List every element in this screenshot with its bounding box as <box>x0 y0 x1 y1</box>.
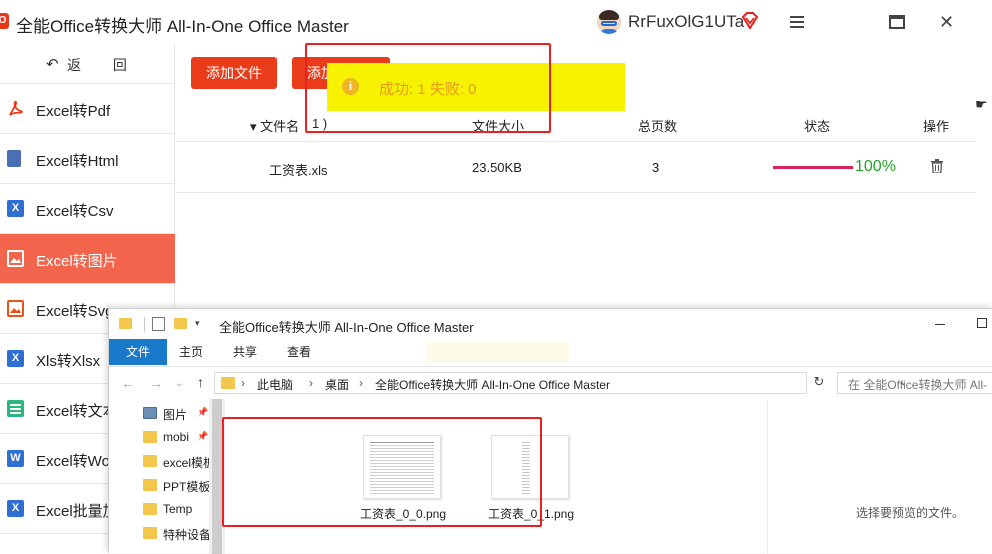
progress-bar <box>773 166 853 169</box>
explorer-title: 全能Office转换大师 All-In-One Office Master <box>219 320 474 335</box>
app-title: 全能Office转换大师 All-In-One Office Master <box>16 17 349 36</box>
folder-icon <box>143 455 157 467</box>
sidebar-item-label: Excel批量加 <box>36 503 118 520</box>
nav-item-label: 图片 <box>163 408 188 422</box>
new-folder-icon[interactable] <box>174 318 187 329</box>
back-button[interactable]: ↶ 返 回 <box>0 44 175 84</box>
toolbar-separator <box>144 317 145 332</box>
search-placeholder: 在 全能Office转换大师 All- <box>848 378 988 392</box>
row-file-name: 工资表.xls <box>269 163 328 178</box>
xlsx-icon: X <box>7 350 24 367</box>
sidebar-item[interactable]: Excel转图片 <box>0 234 175 284</box>
tab-file[interactable]: 文件 <box>109 339 167 365</box>
nav-item-label: 特种设备 <box>163 528 212 542</box>
image-icon <box>7 250 24 267</box>
tab-share[interactable]: 共享 <box>225 339 265 365</box>
folder-icon <box>119 318 132 329</box>
trash-icon[interactable] <box>931 159 943 173</box>
nav-item-label: Temp <box>163 502 193 516</box>
sidebar-item-label: Excel转Html <box>36 153 119 170</box>
back-label: 返 回 <box>67 57 141 73</box>
sidebar-item[interactable]: X Excel转Csv <box>0 184 175 234</box>
app-window: O 全能Office转换大师 All-In-One Office Master … <box>0 0 992 554</box>
address-row: ← → ⌄ ↑ › 此电脑 › 桌面 › 全能Office转换大师 All-In… <box>109 367 992 399</box>
folder-icon <box>221 377 235 389</box>
folder-icon <box>143 527 157 539</box>
sidebar-item-label: Excel转Wo <box>36 453 110 470</box>
sidebar-item-label: Xls转Xlsx <box>36 353 101 370</box>
nav-item-label: mobi <box>163 430 190 444</box>
sidebar-item-label: Excel转Csv <box>36 203 114 220</box>
csv-icon: X <box>7 200 24 217</box>
word-icon: W <box>7 450 24 467</box>
back-arrow-icon[interactable]: ← <box>121 375 135 391</box>
highlight-box-toast <box>305 43 551 133</box>
folder-icon <box>143 431 157 443</box>
vip-diamond-icon[interactable] <box>740 11 760 31</box>
maximize-icon[interactable] <box>977 318 987 328</box>
ghost-overlay <box>427 342 569 362</box>
sidebar-item-label: Excel转Svg <box>36 303 114 320</box>
preview-pane: 选择要预览的文件。 <box>767 399 992 554</box>
recent-dropdown-icon[interactable]: ⌄ <box>175 378 183 389</box>
cursor-hand-icon: ☛ <box>975 96 988 112</box>
scrollbar-thumb[interactable] <box>212 399 222 554</box>
address-bar[interactable]: › 此电脑 › 桌面 › 全能Office转换大师 All-In-One Off… <box>214 372 907 394</box>
ribbon-tabs: 文件 主页 共享 查看 <box>109 339 992 367</box>
forward-arrow-icon[interactable]: → <box>149 375 163 391</box>
tab-view[interactable]: 查看 <box>279 339 319 365</box>
breadcrumb-desktop[interactable]: 桌面 <box>325 376 349 393</box>
sidebar-item-label: Excel转图片 <box>36 253 118 270</box>
add-file-button[interactable]: 添加文件 <box>191 57 277 89</box>
breadcrumb-folder[interactable]: 全能Office转换大师 All-In-One Office Master <box>375 376 610 393</box>
highlight-box-files <box>222 417 542 527</box>
header-status: 状态 <box>804 119 831 134</box>
header-total-pages: 总页数 <box>638 119 678 134</box>
tab-home[interactable]: 主页 <box>171 339 211 365</box>
folder-icon <box>143 479 157 491</box>
explorer-title-bar: ▾ 全能Office转换大师 All-In-One Office Master <box>109 309 992 339</box>
close-icon[interactable]: ✕ <box>939 12 954 32</box>
preview-hint: 选择要预览的文件。 <box>856 506 965 520</box>
row-file-size: 23.50KB <box>472 160 522 175</box>
text-icon <box>7 400 24 417</box>
customize-dropdown-icon[interactable]: ▾ <box>195 318 200 329</box>
breadcrumb-this-pc[interactable]: 此电脑 <box>257 376 293 393</box>
up-arrow-icon[interactable]: ↑ <box>197 374 204 390</box>
avatar[interactable] <box>597 10 621 34</box>
app-logo-icon: O <box>0 13 9 29</box>
progress-percent: 100% <box>855 158 896 175</box>
html-icon <box>7 150 21 167</box>
sidebar-item-label: Excel转文本 <box>36 403 118 420</box>
navigation-pane: 图片 📌 mobi 📌 excel模板 PPT模板 Temp 特种设备 <box>109 399 227 554</box>
header-file-name[interactable]: ▾ 文件名 <box>250 116 299 135</box>
pin-icon: 📌 <box>197 431 209 441</box>
minimize-icon[interactable] <box>935 324 945 325</box>
batch-icon: X <box>7 500 24 517</box>
refresh-icon[interactable]: ↻ <box>811 374 827 392</box>
file-table-header: ▾ 文件名 1 ) 文件大小 总页数 状态 操作 <box>176 108 976 142</box>
properties-icon[interactable] <box>152 317 165 331</box>
sidebar-item[interactable]: Excel转Pdf <box>0 84 175 134</box>
pin-icon: 📌 <box>197 407 209 417</box>
pictures-folder-icon <box>143 407 157 419</box>
menu-icon[interactable] <box>790 16 804 28</box>
search-input[interactable]: 在 全能Office转换大师 All- <box>837 372 992 394</box>
folder-icon <box>143 503 157 515</box>
table-row[interactable]: 工资表.xls 23.50KB 3 100% <box>176 142 976 193</box>
row-pages: 3 <box>652 160 660 175</box>
pdf-icon <box>7 100 24 117</box>
username[interactable]: RrFuxOlG1UTa <box>628 12 744 32</box>
progress-fill <box>773 166 853 169</box>
title-bar: O 全能Office转换大师 All-In-One Office Master … <box>0 0 992 44</box>
sidebar-item[interactable]: Excel转Html <box>0 134 175 184</box>
nav-item-label: excel模板 <box>163 456 216 470</box>
maximize-icon[interactable] <box>889 15 905 29</box>
nav-item-label: PPT模板 <box>163 480 211 494</box>
header-action: 操作 <box>923 119 950 134</box>
back-arrow-icon: ↶ <box>46 56 59 73</box>
svg-icon <box>7 300 24 317</box>
sidebar-item-label: Excel转Pdf <box>36 103 111 120</box>
